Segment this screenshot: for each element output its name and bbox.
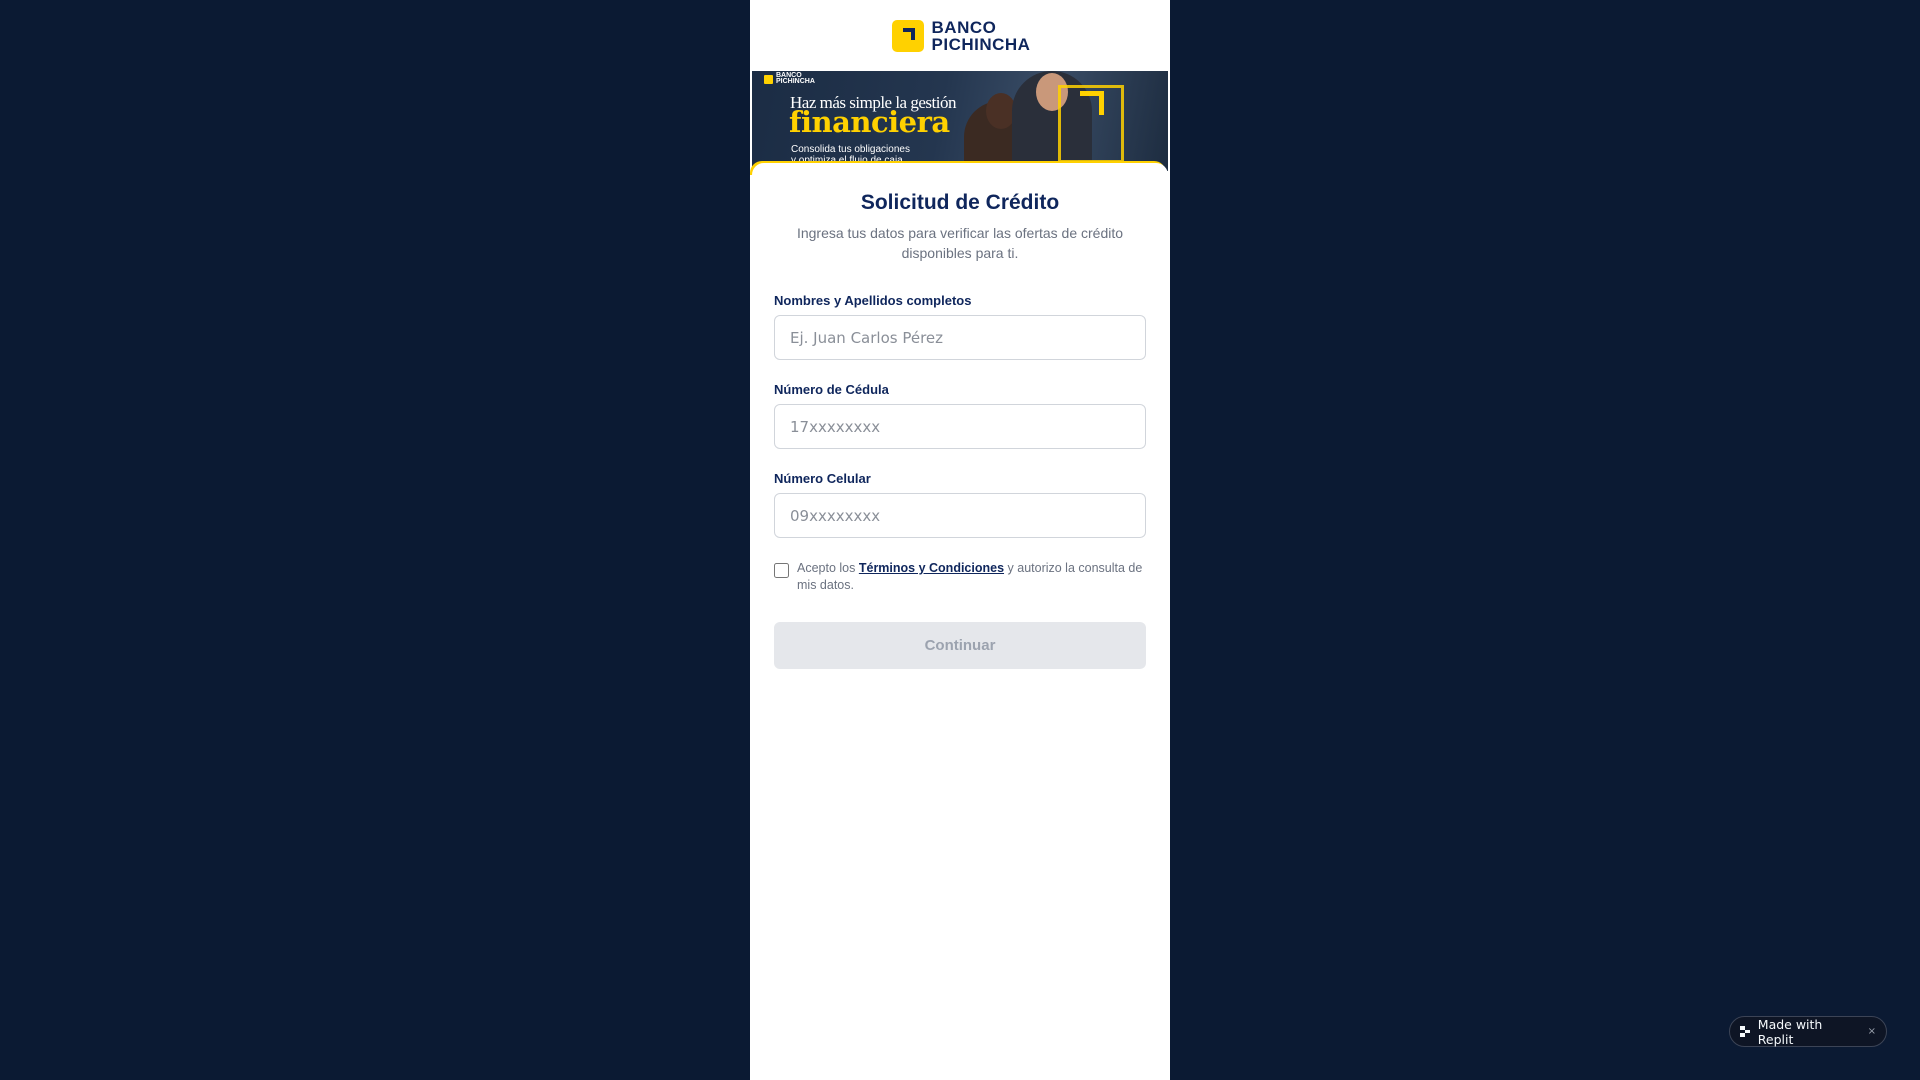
promo-banner: BANCO PICHINCHA Haz más simple la gestió… <box>752 71 1168 171</box>
terms-link[interactable]: Términos y Condiciones <box>859 561 1004 575</box>
terms-text: Acepto los Términos y Condiciones y auto… <box>797 560 1146 594</box>
replit-logo-icon <box>1740 1026 1750 1037</box>
banner-brand-line2: PICHINCHA <box>776 78 815 85</box>
banner-logo-icon <box>764 74 773 84</box>
close-icon[interactable]: × <box>1868 1026 1876 1037</box>
phone-label: Número Celular <box>774 471 871 486</box>
banner-curve-divider <box>752 163 1168 177</box>
banco-pichincha-logo-icon <box>891 19 924 52</box>
banner-brand: BANCO PICHINCHA <box>764 72 815 85</box>
full-name-input[interactable] <box>774 315 1146 360</box>
banner-corner-icon <box>1080 91 1104 115</box>
banner-highlight: financiera <box>789 105 950 139</box>
continue-button[interactable]: Continuar <box>774 622 1146 669</box>
form-title: Solicitud de Crédito <box>860 191 1060 214</box>
brand-name-line1: BANCO <box>931 17 997 37</box>
terms-row: Acepto los Términos y Condiciones y auto… <box>774 560 1146 594</box>
banner-tagline-line1: Consolida tus obligaciones <box>791 144 910 155</box>
replit-badge-label: Made with Replit <box>1757 1016 1823 1047</box>
made-with-replit-badge[interactable]: Made with Replit × <box>1729 1016 1887 1047</box>
phone-field-group: Número Celular <box>774 471 1146 538</box>
header: BANCO PICHINCHA <box>750 0 1170 71</box>
form-subtitle: Ingresa tus datos para verificar las ofe… <box>796 225 1124 261</box>
terms-checkbox[interactable] <box>774 563 789 578</box>
name-label: Nombres y Apellidos completos <box>774 293 972 308</box>
phone-input[interactable] <box>774 493 1146 538</box>
cedula-label: Número de Cédula <box>774 382 889 397</box>
cedula-input[interactable] <box>774 404 1146 449</box>
terms-prefix: Acepto los <box>797 561 856 575</box>
form-content: Solicitud de Crédito Ingresa tus datos p… <box>750 177 1170 669</box>
cedula-field-group: Número de Cédula <box>774 382 1146 449</box>
brand-logo-text: BANCO PICHINCHA <box>932 19 1031 53</box>
name-field-group: Nombres y Apellidos completos <box>774 293 1146 360</box>
credit-application-card: BANCO PICHINCHA BANCO PICHINCHA Haz más … <box>750 0 1170 1080</box>
brand-name-line2: PICHINCHA <box>931 34 1031 54</box>
